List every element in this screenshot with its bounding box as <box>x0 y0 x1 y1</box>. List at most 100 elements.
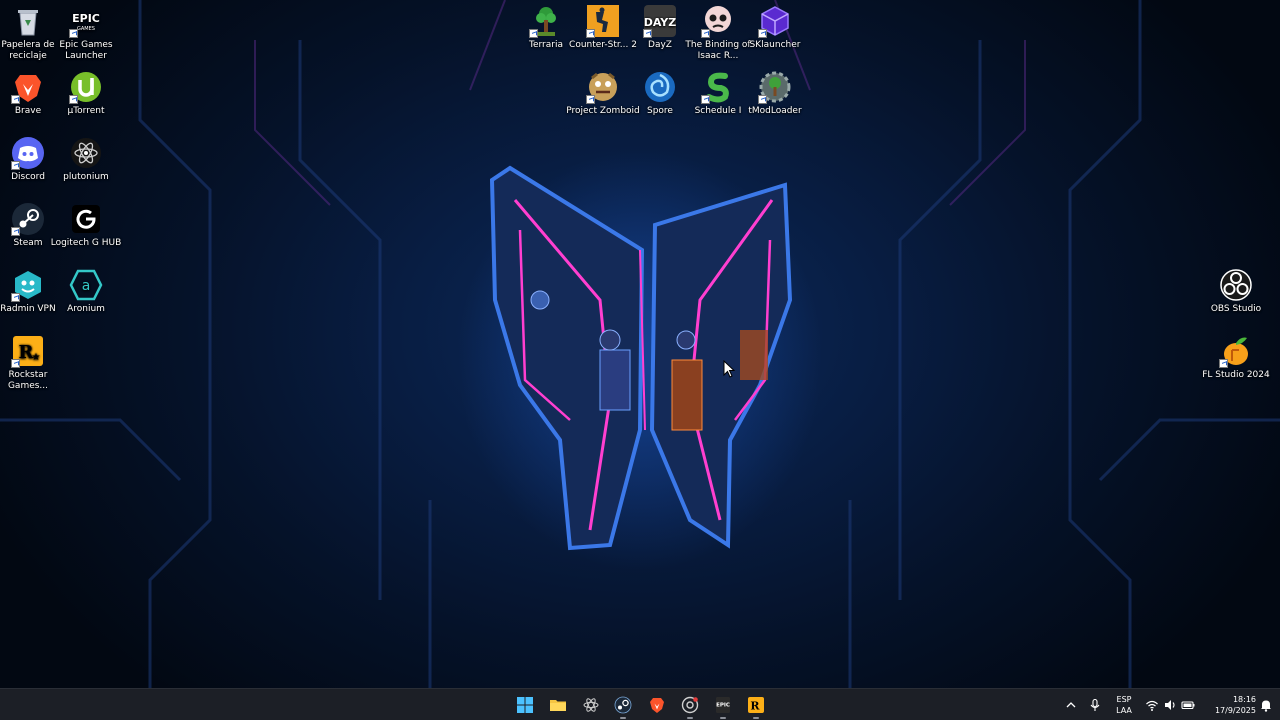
shortcut-arrow-icon <box>758 95 767 104</box>
tray-volume[interactable] <box>1162 697 1178 713</box>
aronium-icon: a <box>69 268 103 302</box>
shortcut-arrow-icon <box>69 95 78 104</box>
desktop-icon-label: plutonium <box>63 172 109 182</box>
steam-icon <box>11 202 45 236</box>
clock-time: 18:16 <box>1232 695 1256 704</box>
steam-icon <box>614 696 632 714</box>
tmodloader-icon <box>758 70 792 104</box>
terraria-icon <box>529 4 563 38</box>
running-indicator <box>753 717 759 719</box>
svg-text:GAMES: GAMES <box>77 26 95 32</box>
shortcut-arrow-icon <box>11 227 20 236</box>
brave-icon <box>650 698 664 713</box>
shortcut-arrow-icon <box>643 29 652 38</box>
desktop-icon-plutonium[interactable]: plutonium <box>48 136 124 183</box>
epic-games-icon: EPIC GAMES <box>69 4 103 38</box>
speaker-icon <box>1165 700 1175 710</box>
desktop-icon-label: tModLoader <box>748 106 802 116</box>
desktop-icon-label: Schedule I <box>694 106 742 116</box>
chrome-icon <box>681 696 699 714</box>
taskbar-brave[interactable] <box>645 693 669 717</box>
plutonium-icon <box>583 698 599 712</box>
bell-icon <box>1261 700 1271 712</box>
rockstar-games-icon: R ★ <box>11 334 45 368</box>
file-explorer-icon <box>550 700 566 711</box>
shortcut-arrow-icon <box>1219 359 1228 368</box>
desktop-icon-aronium[interactable]: a Aronium <box>48 268 124 315</box>
desktop-icon-label: Discord <box>11 172 45 182</box>
taskbar-chrome[interactable] <box>678 693 702 719</box>
desktop-icon-label: µTorrent <box>67 106 105 116</box>
svg-text:EPIC: EPIC <box>716 703 730 709</box>
taskbar-file-explorer[interactable] <box>546 693 570 717</box>
radmin-vpn-icon <box>11 268 45 302</box>
taskbar-plutonium[interactable] <box>579 693 603 717</box>
microphone-icon <box>1090 698 1100 711</box>
schedule-i-icon <box>701 70 735 104</box>
desktop[interactable]: Papelera de reciclaje EPIC GAMES Epic Gam… <box>0 0 1280 688</box>
project-zomboid-icon <box>586 70 620 104</box>
running-indicator <box>620 717 626 719</box>
desktop-icon-label: Terraria <box>529 40 563 50</box>
tray-clock[interactable]: 18:16 17/9/2025 <box>1200 694 1256 716</box>
epic-games-icon: EPIC <box>716 697 730 713</box>
tray-notifications[interactable] <box>1258 697 1274 713</box>
shortcut-arrow-icon <box>11 95 20 104</box>
desktop-icon-rockstar-games[interactable]: R ★ Rockstar Games... <box>0 334 66 392</box>
running-indicator <box>687 717 693 719</box>
taskbar-epic-games[interactable]: EPIC <box>711 693 735 719</box>
tray-show-hidden-icons[interactable] <box>1063 697 1079 713</box>
desktop-icon-label: OBS Studio <box>1210 304 1262 314</box>
wifi-icon <box>1146 700 1158 711</box>
shortcut-arrow-icon <box>529 29 538 38</box>
taskbar: EPIC R ESP LAA 18:16 17/9/2025 <box>0 688 1280 720</box>
shortcut-arrow-icon <box>701 29 710 38</box>
svg-text:EPIC: EPIC <box>72 12 100 25</box>
shortcut-arrow-icon <box>586 29 595 38</box>
desktop-icon-epic-games[interactable]: EPIC GAMES Epic Games Launcher <box>48 4 124 62</box>
desktop-icon-label: Steam <box>13 238 43 248</box>
shortcut-arrow-icon <box>11 293 20 302</box>
shortcut-arrow-icon <box>586 95 595 104</box>
recycle-bin-icon <box>11 4 45 38</box>
obs-studio-icon <box>1219 268 1253 302</box>
battery-icon <box>1181 701 1195 710</box>
shortcut-arrow-icon <box>701 95 710 104</box>
taskbar-steam[interactable] <box>611 693 635 719</box>
taskbar-start-button[interactable] <box>513 693 537 717</box>
language-code: ESP <box>1116 695 1132 704</box>
mouse-pointer-icon <box>723 360 735 378</box>
desktop-icon-fl-studio[interactable]: FL Studio 2024 <box>1198 334 1274 381</box>
utorrent-icon <box>69 70 103 104</box>
clock-date: 17/9/2025 <box>1214 706 1256 715</box>
svg-text:R: R <box>750 700 760 713</box>
tray-language[interactable]: ESP LAA <box>1112 694 1136 716</box>
desktop-icon-logitech-ghub[interactable]: Logitech G HUB <box>48 202 124 249</box>
dayz-icon: DAYZ <box>643 4 677 38</box>
desktop-icon-obs-studio[interactable]: OBS Studio <box>1198 268 1274 315</box>
logitech-ghub-icon <box>69 202 103 236</box>
keyboard-layout: LAA <box>1116 706 1132 715</box>
running-indicator <box>720 717 726 719</box>
tray-microphone[interactable] <box>1087 697 1103 713</box>
tray-battery[interactable] <box>1180 697 1196 713</box>
windows-start-icon <box>517 697 533 713</box>
desktop-icon-label: Epic Games Launcher <box>59 40 113 61</box>
desktop-icon-tmodloader[interactable]: tModLoader <box>737 70 813 117</box>
desktop-icon-label: Logitech G HUB <box>50 238 122 248</box>
brave-icon <box>11 70 45 104</box>
shortcut-arrow-icon <box>11 359 20 368</box>
taskbar-rockstar-games[interactable]: R <box>744 693 768 719</box>
desktop-icon-sklauncher[interactable]: SKlauncher <box>737 4 813 51</box>
tray-wifi[interactable] <box>1144 697 1160 713</box>
chevron-up-icon <box>1066 702 1076 708</box>
spore-icon <box>643 70 677 104</box>
shortcut-arrow-icon <box>11 161 20 170</box>
counter-strike-icon <box>586 4 620 38</box>
desktop-icon-label: Spore <box>647 106 673 116</box>
desktop-icon-label: Aronium <box>67 304 105 314</box>
rockstar-games-icon: R <box>748 697 764 713</box>
desktop-icon-utorrent[interactable]: µTorrent <box>48 70 124 117</box>
desktop-icon-label: Brave <box>14 106 42 116</box>
desktop-icon-label: DayZ <box>648 40 672 50</box>
